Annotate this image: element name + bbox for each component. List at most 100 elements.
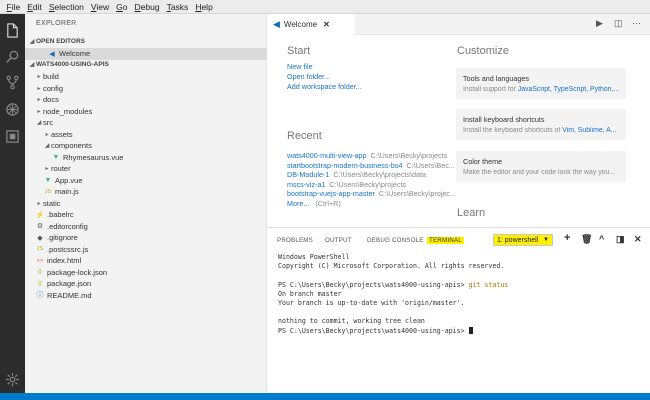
settings-gear-icon[interactable] [0, 367, 25, 391]
close-icon[interactable]: ✕ [323, 20, 330, 29]
terminal-output[interactable]: Windows PowerShell Copyright (C) Microsof… [278, 253, 643, 336]
recent-item-path: C:\Users\Bec... [406, 160, 455, 170]
project-section[interactable]: ◢ WATS4000-USING-APIS [25, 59, 267, 71]
tree-item[interactable]: ▸ build [25, 71, 267, 83]
open-editors-section[interactable]: ◢ OPEN EDITORS [25, 36, 267, 48]
tree-item[interactable]: ▼ Rhymesaurus.vue [25, 152, 267, 164]
tree-item[interactable]: ◆ .gitignore [25, 232, 267, 244]
more-actions-icon[interactable]: ⋯ [632, 18, 641, 29]
open-folder-link[interactable]: Open folder... [287, 72, 330, 81]
tree-item[interactable]: ◢ src [25, 117, 267, 129]
extensions-icon[interactable] [0, 124, 25, 148]
customize-card[interactable]: Color theme Make the editor and your code… [456, 151, 626, 182]
more-label: More... [287, 199, 310, 208]
start-heading: Start [287, 45, 311, 57]
customize-card[interactable]: Tools and languages Install support for J… [456, 68, 626, 99]
menu-item-rest: iew [96, 1, 110, 12]
tree-item[interactable]: ▸ docs [25, 94, 267, 106]
tree-item[interactable]: ⚡ .babelrc [25, 209, 267, 221]
menu-item[interactable]: Help [192, 2, 216, 12]
terminal-line-text: PS C:\Users\Becky\projects\wats4000-usin… [278, 326, 469, 335]
config-file-icon: ⚙ [36, 223, 44, 231]
tree-item-label: .postcssrc.js [47, 244, 89, 254]
explorer-icon[interactable] [0, 18, 25, 42]
recent-item[interactable]: startbootstrap-modern-business-bs4 C:\Use… [287, 161, 455, 170]
tree-item-label: main.js [55, 187, 79, 197]
tree-item-label: assets [51, 129, 73, 139]
terminal-line-text: On branch master [278, 289, 342, 298]
split-editor-icon[interactable]: ◫ [614, 18, 623, 29]
new-terminal-icon[interactable]: + [564, 232, 570, 244]
tree-item[interactable]: {} package.json [25, 278, 267, 290]
recent-item[interactable]: bootstrap-vuejs-app-master C:\Users\Becky… [287, 189, 456, 198]
status-bar [0, 393, 650, 400]
tab-debug-console[interactable]: DEBUG CONSOLE [367, 237, 424, 244]
vscode-icon: ◀ [49, 50, 55, 58]
search-icon[interactable] [0, 44, 25, 68]
chevron-down-icon: ◢ [29, 62, 35, 69]
menu-item[interactable]: Debug [131, 2, 163, 12]
chevron-up-icon[interactable]: ^ [599, 234, 604, 244]
more-recent-link[interactable]: More... (Ctrl+R) [287, 199, 341, 208]
new-file-link[interactable]: New file [287, 62, 313, 71]
add-workspace-folder-link[interactable]: Add workspace folder... [287, 82, 362, 91]
recent-item-path: C:\Users\Becky\projec... [378, 189, 456, 199]
run-icon[interactable]: ▶ [596, 18, 603, 29]
menu-item[interactable]: Edit [24, 2, 46, 12]
tree-item[interactable]: JS .postcssrc.js [25, 244, 267, 256]
chevron-right-icon: ▸ [45, 131, 49, 138]
menu-item[interactable]: Go [113, 2, 131, 12]
open-editors-label: OPEN EDITORS [36, 38, 86, 46]
tree-item[interactable]: ⓘ README.md [25, 290, 267, 302]
card-description-highlight: Vim, Sublime, A... [562, 127, 617, 134]
tree-item[interactable]: JS main.js [25, 186, 267, 198]
tree-item[interactable]: ▸ router [25, 163, 267, 175]
menu-item[interactable]: View [87, 2, 112, 12]
terminal-line-text: nothing to commit, working tree clean [278, 317, 425, 326]
trash-icon[interactable]: 🗑 [581, 234, 592, 245]
tree-item[interactable]: {} package-lock.json [25, 267, 267, 279]
recent-item-name: startbootstrap-modern-business-bs4 [287, 160, 403, 170]
tab-output[interactable]: OUTPUT [325, 237, 352, 244]
chevron-down-icon: ▼ [543, 237, 549, 243]
vue-file-icon: ▼ [44, 176, 52, 184]
tree-item[interactable]: ⚙ .editorconfig [25, 221, 267, 233]
debug-icon[interactable] [0, 97, 25, 121]
customize-card[interactable]: Install keyboard shortcuts Install the ke… [456, 109, 626, 140]
tree-item[interactable]: ▸ static [25, 198, 267, 210]
menu-item-mnemonic: G [116, 1, 123, 12]
tab-label: Welcome [283, 20, 318, 29]
menu-item[interactable]: Tasks [163, 2, 192, 12]
card-title: Color theme [463, 157, 503, 166]
tab-problems[interactable]: PROBLEMS [277, 237, 313, 244]
chevron-down-icon: ◢ [29, 39, 35, 46]
tree-item[interactable]: ◢ components [25, 140, 267, 152]
tab-terminal[interactable]: TERMINAL [427, 237, 464, 244]
menu-item[interactable]: File [3, 2, 24, 12]
terminal-shell-select[interactable]: 1: powershell ▼ [493, 234, 553, 246]
tree-item[interactable]: ▸ node_modules [25, 106, 267, 118]
card-description-text: Install support for [463, 86, 518, 93]
git-file-icon: ◆ [37, 234, 43, 242]
tree-item-label: router [51, 164, 71, 174]
source-control-icon[interactable] [0, 70, 25, 94]
menu-item[interactable]: Selection [45, 2, 87, 12]
close-panel-icon[interactable]: ✕ [634, 234, 642, 245]
tab-welcome[interactable]: ◀ Welcome ✕ [267, 14, 355, 35]
md-file-icon: ⓘ [36, 292, 44, 300]
tree-item-label: docs [43, 95, 59, 105]
open-editor-welcome[interactable]: ◀ Welcome [25, 48, 267, 60]
tree-item[interactable]: ▸ config [25, 83, 267, 95]
card-description-text: Make the editor and your code look the w… [463, 169, 616, 176]
maximize-panel-icon[interactable]: ◨ [616, 234, 625, 245]
tree-item[interactable]: ▼ App.vue [25, 175, 267, 187]
recent-item[interactable]: DB-Module-1 C:\Users\Becky\projects\data [287, 170, 426, 179]
js-file-icon: JS [44, 188, 52, 195]
html-file-icon: <> [36, 257, 44, 264]
tree-item[interactable]: ▸ assets [25, 129, 267, 141]
open-editor-label: Welcome [59, 49, 91, 59]
tree-item[interactable]: <> index.html [25, 255, 267, 267]
recent-item[interactable]: wats4000-multi-view-app C:\Users\Becky\pr… [287, 151, 447, 160]
tree-item-label: static [43, 198, 61, 208]
recent-item[interactable]: mscs-viz-a1 C:\Users\Becky\projects [287, 180, 406, 189]
